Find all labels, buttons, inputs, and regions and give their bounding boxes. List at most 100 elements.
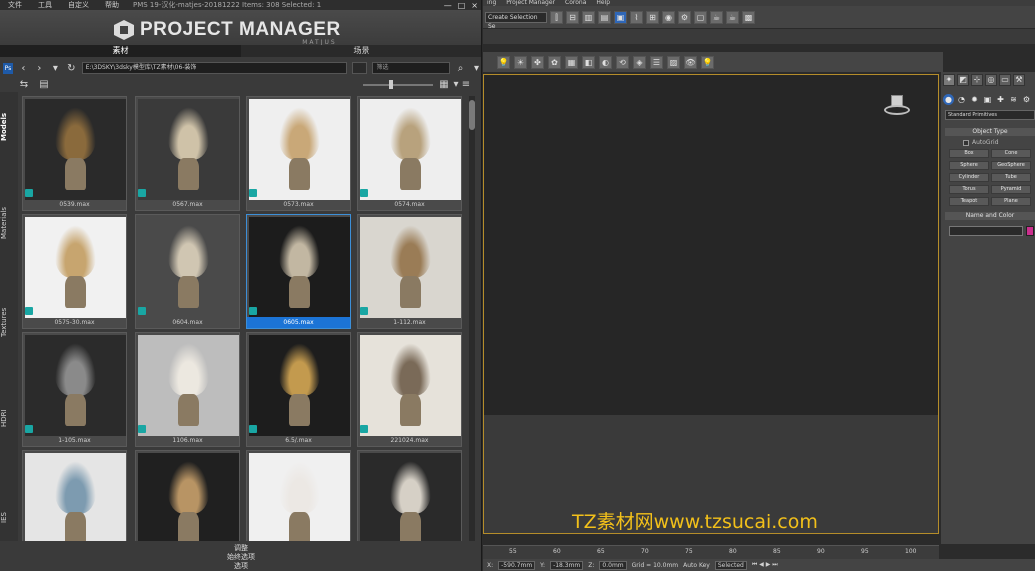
sidebar-tab-models[interactable]: Models bbox=[0, 112, 18, 142]
asset-thumbnail[interactable] bbox=[249, 335, 350, 436]
forward-arrow-icon[interactable]: › bbox=[34, 63, 45, 74]
curve-editor-icon[interactable]: ⌇ bbox=[630, 10, 643, 24]
schematic-view-icon[interactable]: ⊞ bbox=[646, 10, 659, 24]
thumbnail-size-slider[interactable] bbox=[363, 80, 433, 89]
scene-explorer-icon[interactable]: ▣ bbox=[614, 10, 627, 24]
layer-explorer-icon[interactable]: ▤ bbox=[598, 10, 611, 24]
display-tab-icon[interactable]: ▭ bbox=[999, 74, 1011, 86]
key-filter-dropdown[interactable]: Selected bbox=[714, 560, 747, 570]
path-options-button[interactable] bbox=[351, 62, 368, 74]
search-menu-icon[interactable]: ▾ bbox=[471, 63, 481, 74]
menu-tools[interactable]: 工具 bbox=[30, 0, 60, 10]
asset-thumbnail[interactable] bbox=[25, 217, 126, 318]
photoshop-icon[interactable]: Ps bbox=[3, 62, 13, 74]
corona-lister-icon[interactable]: ☰ bbox=[650, 55, 663, 69]
play-controls-icon[interactable]: ⏮ ◀ ▶ ⏭ bbox=[752, 561, 778, 569]
primitive-type-dropdown[interactable]: Standard Primitives bbox=[945, 110, 1035, 120]
asset-thumbnail[interactable] bbox=[138, 453, 239, 546]
tab-scenes[interactable]: 场景 bbox=[241, 45, 481, 57]
asset-card[interactable]: 1106.max bbox=[135, 332, 240, 447]
primitive-button[interactable]: Pyramid bbox=[991, 185, 1031, 194]
sync-icon[interactable]: ⇆ bbox=[18, 79, 30, 90]
render-iterative-icon[interactable]: ☕ bbox=[726, 10, 739, 24]
corona-interactive-icon[interactable]: ◈ bbox=[633, 55, 646, 69]
gallery-icon[interactable]: ▤ bbox=[38, 79, 50, 90]
menu-customize[interactable]: 自定义 bbox=[60, 0, 97, 10]
timeline[interactable]: 55 60 65 70 75 80 85 90 95 100 bbox=[483, 545, 939, 559]
asset-card[interactable]: 0539.max bbox=[22, 96, 127, 211]
align-icon[interactable]: ⊟ bbox=[566, 10, 579, 24]
corona-light-icon[interactable]: 💡 bbox=[497, 55, 510, 69]
refresh-icon[interactable]: ↻ bbox=[66, 63, 77, 74]
coord-y-field[interactable]: -18.3mm bbox=[550, 560, 584, 570]
primitive-button[interactable]: Cylinder bbox=[949, 173, 989, 182]
sidebar-tab-textures[interactable]: Textures bbox=[0, 304, 18, 340]
asset-thumbnail[interactable] bbox=[249, 453, 350, 546]
layer-icon[interactable]: ▥ bbox=[582, 10, 595, 24]
coord-x-field[interactable]: -590.7mm bbox=[498, 560, 536, 570]
asset-card[interactable]: 0573.max bbox=[246, 96, 351, 211]
asset-thumbnail[interactable] bbox=[249, 99, 350, 200]
render-teapot-icon[interactable]: ☕ bbox=[710, 10, 723, 24]
lights-icon[interactable]: ✹ bbox=[969, 94, 980, 105]
asset-card[interactable]: 0604.max bbox=[135, 214, 240, 329]
spacewarps-icon[interactable]: ≋ bbox=[1008, 94, 1019, 105]
close-icon[interactable]: × bbox=[471, 1, 478, 10]
primitive-button[interactable]: Teapot bbox=[949, 197, 989, 206]
material-editor-icon[interactable]: ◉ bbox=[662, 10, 675, 24]
corona-material-library-icon[interactable]: ▦ bbox=[565, 55, 578, 69]
corona-vfb-icon[interactable]: ◐ bbox=[599, 55, 612, 69]
cameras-icon[interactable]: ▣ bbox=[982, 94, 993, 105]
object-color-swatch[interactable] bbox=[1026, 226, 1034, 236]
selection-set-dropdown[interactable]: Create Selection Se bbox=[485, 11, 547, 30]
name-color-rollout[interactable]: Name and Color bbox=[945, 212, 1035, 220]
asset-card[interactable]: 1-105.max bbox=[22, 332, 127, 447]
mirror-icon[interactable]: ⫿ bbox=[550, 10, 563, 24]
asset-thumbnail[interactable] bbox=[25, 99, 126, 200]
utilities-tab-icon[interactable]: ⚒ bbox=[1013, 74, 1025, 86]
asset-thumbnail[interactable] bbox=[25, 335, 126, 436]
render-save-icon[interactable]: ▩ bbox=[742, 10, 755, 24]
viewport-canvas[interactable] bbox=[484, 75, 938, 415]
corona-converter-icon[interactable]: ⟲ bbox=[616, 55, 629, 69]
primitive-button[interactable]: Torus bbox=[949, 185, 989, 194]
render-setup-icon[interactable]: ⚙ bbox=[678, 10, 691, 24]
viewcube-ring[interactable] bbox=[884, 105, 910, 115]
corona-toolbox-icon[interactable]: ▨ bbox=[667, 55, 680, 69]
coord-z-field[interactable]: 0.0mm bbox=[599, 560, 627, 570]
sidebar-tab-materials[interactable]: Materials bbox=[0, 202, 18, 244]
primitive-button[interactable]: Plane bbox=[991, 197, 1031, 206]
path-field[interactable]: E:\3DSKY\3dsky模型库\TZ素材\06-装饰 bbox=[81, 62, 347, 74]
slider-knob[interactable] bbox=[389, 80, 393, 89]
asset-thumbnail[interactable] bbox=[360, 335, 461, 436]
asset-grid-scrollbar[interactable] bbox=[469, 96, 475, 546]
scrollbar-thumb[interactable] bbox=[469, 100, 475, 130]
primitive-button[interactable]: Cone bbox=[991, 149, 1031, 158]
footer-options[interactable]: 选项 bbox=[0, 561, 481, 571]
object-type-rollout[interactable]: Object Type bbox=[945, 128, 1035, 136]
create-tab-icon[interactable]: ✦ bbox=[943, 74, 955, 86]
asset-card[interactable]: 1-112.max bbox=[357, 214, 462, 329]
asset-thumbnail[interactable] bbox=[360, 217, 461, 318]
asset-card[interactable]: 0575-30.max bbox=[22, 214, 127, 329]
motion-tab-icon[interactable]: ◎ bbox=[985, 74, 997, 86]
corona-view-icon[interactable]: 👁 bbox=[684, 55, 697, 69]
asset-thumbnail[interactable] bbox=[360, 99, 461, 200]
max-viewport[interactable]: TZ素材网www.tzsucai.com bbox=[483, 74, 939, 534]
asset-card[interactable]: 0605.max bbox=[246, 214, 351, 329]
search-icon[interactable]: ⌕ bbox=[455, 63, 466, 74]
corona-bulb-icon[interactable]: 💡 bbox=[701, 55, 714, 69]
primitive-button[interactable]: Tube bbox=[991, 173, 1031, 182]
primitive-button[interactable]: Box bbox=[949, 149, 989, 158]
rendered-frame-icon[interactable]: ▢ bbox=[694, 10, 707, 24]
asset-card[interactable] bbox=[246, 450, 351, 546]
object-name-field[interactable] bbox=[949, 226, 1023, 236]
asset-card[interactable]: 221024.max bbox=[357, 332, 462, 447]
primitive-button[interactable]: Sphere bbox=[949, 161, 989, 170]
corona-sun-icon[interactable]: ☀ bbox=[514, 55, 527, 69]
menu-file[interactable]: 文件 bbox=[0, 0, 30, 10]
shapes-icon[interactable]: ◔ bbox=[956, 94, 967, 105]
asset-thumbnail[interactable] bbox=[360, 453, 461, 546]
search-input[interactable]: 筛选 bbox=[372, 62, 451, 74]
asset-thumbnail[interactable] bbox=[138, 335, 239, 436]
